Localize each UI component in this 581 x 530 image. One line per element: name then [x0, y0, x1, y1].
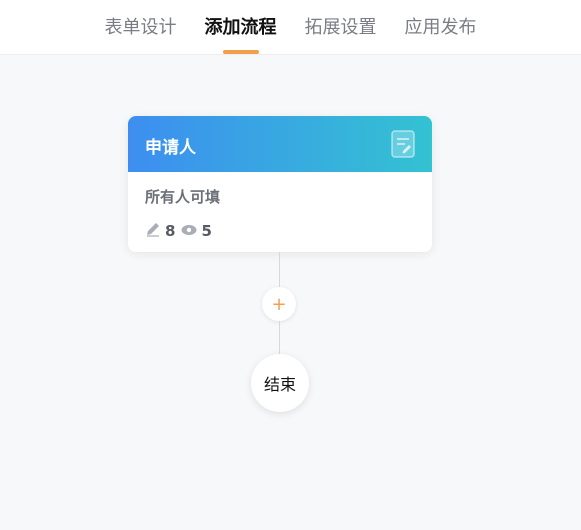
edit-stat: 8	[145, 221, 175, 241]
node-stats: 8 5	[145, 221, 415, 241]
end-node-label: 结束	[263, 375, 296, 394]
tab-app-publish[interactable]: 应用发布	[405, 0, 477, 55]
eye-icon	[181, 222, 201, 240]
tab-label: 表单设计	[104, 17, 177, 38]
end-node: 结束	[251, 354, 309, 412]
view-count: 5	[201, 222, 212, 240]
tab-bar: 表单设计 添加流程 拓展设置 应用发布	[0, 0, 581, 55]
tab-add-flow[interactable]: 添加流程	[205, 0, 277, 55]
tab-label: 拓展设置	[304, 17, 377, 38]
applicant-node-card[interactable]: 申请人 所有人可填 8 5	[128, 116, 432, 252]
node-header: 申请人	[128, 116, 432, 172]
form-edit-icon	[391, 130, 415, 158]
plus-icon: +	[271, 293, 287, 315]
connector-line	[279, 252, 280, 287]
active-tab-indicator	[222, 50, 259, 54]
connector-line	[279, 321, 280, 354]
add-node-button[interactable]: +	[262, 287, 296, 321]
tab-label: 应用发布	[404, 17, 477, 38]
pencil-icon	[145, 221, 165, 241]
edit-count: 8	[165, 222, 176, 240]
top-navigation: 表单设计 添加流程 拓展设置 应用发布	[0, 0, 581, 55]
tab-extension-settings[interactable]: 拓展设置	[305, 0, 377, 55]
tab-label: 添加流程	[204, 17, 277, 38]
node-description: 所有人可填	[145, 188, 221, 206]
view-stat: 5	[181, 222, 212, 240]
tab-form-design[interactable]: 表单设计	[105, 0, 177, 55]
node-title: 申请人	[145, 138, 196, 158]
node-body: 所有人可填 8 5	[128, 172, 432, 252]
